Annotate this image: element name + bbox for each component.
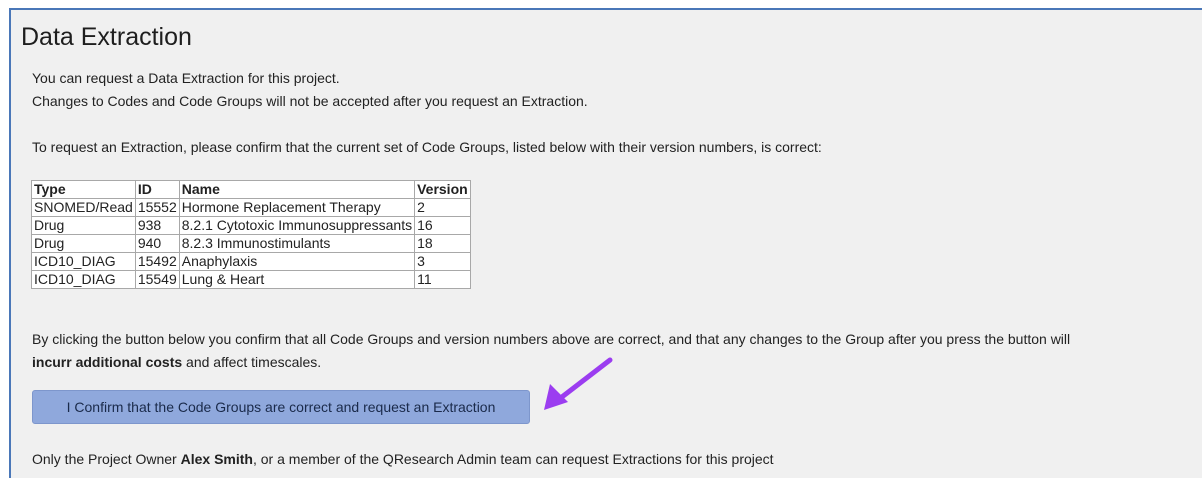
page-title: Data Extraction (21, 23, 192, 51)
cell-type: SNOMED/Read (31, 198, 136, 217)
table-row: ICD10_DIAG 15549 Lung & Heart 11 (31, 270, 471, 289)
cell-name: Hormone Replacement Therapy (178, 198, 416, 217)
notice-timescales: and affect timescales. (182, 354, 322, 370)
arrow-annotation-icon (544, 357, 613, 410)
cell-id: 15549 (134, 270, 180, 289)
cell-version: 11 (414, 270, 471, 289)
column-header-type: Type (31, 180, 136, 199)
table-row: Drug 938 8.2.1 Cytotoxic Immunosuppressa… (31, 216, 471, 235)
cell-version: 3 (414, 252, 471, 271)
confirm-prompt: To request an Extraction, please confirm… (32, 139, 822, 155)
cell-name: Anaphylaxis (178, 252, 416, 271)
owner-notice: Only the Project Owner Alex Smith, or a … (32, 451, 774, 468)
table-row: Drug 940 8.2.3 Immunostimulants 18 (31, 234, 471, 253)
cell-id: 940 (134, 234, 180, 253)
request-extraction-button[interactable]: I Confirm that the Code Groups are corre… (32, 390, 530, 424)
cell-id: 15492 (134, 252, 180, 271)
code-groups-table: Type ID Name Version SNOMED/Read 15552 H… (31, 180, 471, 289)
cell-type: Drug (31, 234, 136, 253)
notice-line-1: By clicking the button below you confirm… (32, 331, 1071, 347)
cell-name: 8.2.1 Cytotoxic Immunosuppressants (178, 216, 416, 235)
column-header-version: Version (414, 180, 471, 199)
owner-prefix: Only the Project Owner (32, 451, 181, 467)
arrow-shaft (555, 357, 613, 403)
cell-type: ICD10_DIAG (31, 270, 136, 289)
cell-type: ICD10_DIAG (31, 252, 136, 271)
intro-line-2: Changes to Codes and Code Groups will no… (32, 93, 588, 109)
notice-bold-costs: incurr additional costs (32, 354, 183, 370)
table-row: SNOMED/Read 15552 Hormone Replacement Th… (31, 198, 471, 217)
cell-version: 18 (414, 234, 471, 253)
table-header-row: Type ID Name Version (31, 180, 471, 199)
intro-line-1: You can request a Data Extraction for th… (32, 70, 340, 86)
owner-name: Alex Smith (180, 451, 253, 467)
table-row: ICD10_DIAG 15492 Anaphylaxis 3 (31, 252, 471, 271)
cell-id: 938 (134, 216, 180, 235)
cell-version: 2 (414, 198, 471, 217)
notice-line-2: incurr additional costs and affect times… (32, 354, 321, 371)
column-header-name: Name (178, 180, 416, 199)
cell-name: 8.2.3 Immunostimulants (178, 234, 416, 253)
cell-version: 16 (414, 216, 471, 235)
column-header-id: ID (134, 180, 180, 199)
cell-id: 15552 (134, 198, 180, 217)
cell-name: Lung & Heart (178, 270, 416, 289)
cell-type: Drug (31, 216, 136, 235)
owner-suffix: , or a member of the QResearch Admin tea… (252, 451, 774, 467)
